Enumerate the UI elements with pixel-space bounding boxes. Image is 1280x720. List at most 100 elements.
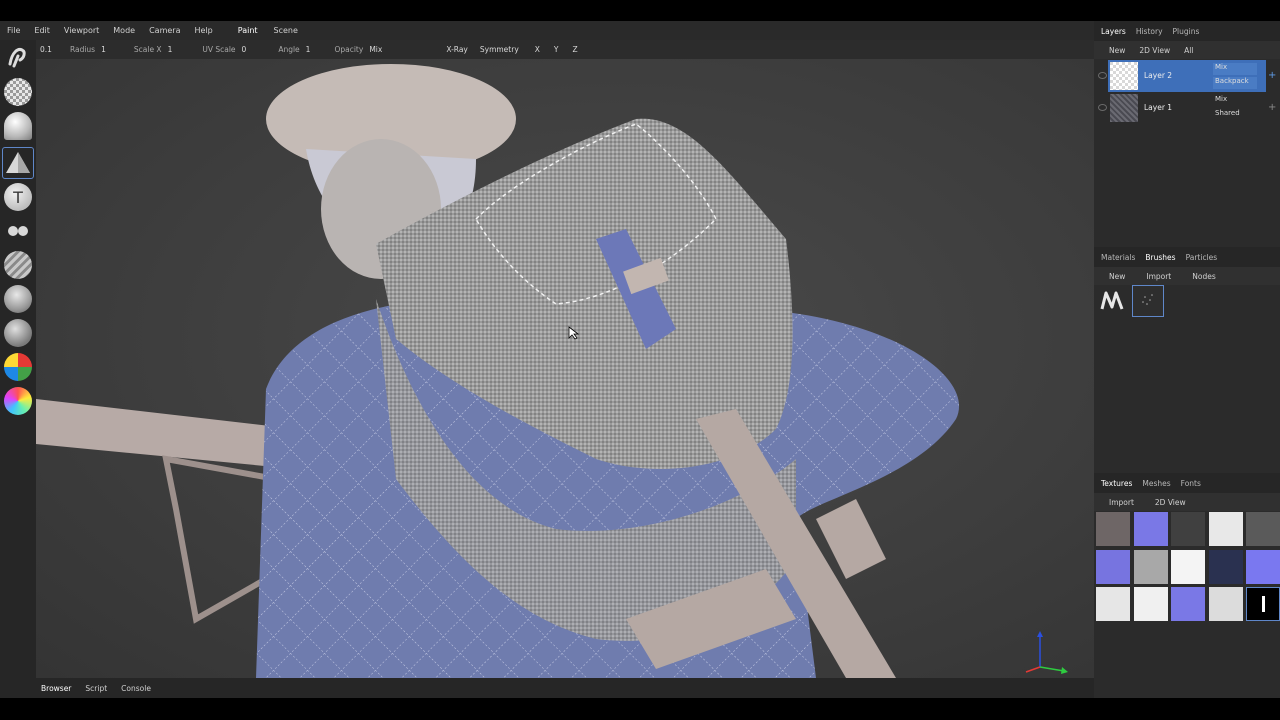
visibility-eye-icon[interactable]	[1098, 72, 1107, 79]
checker-sphere-icon[interactable]	[4, 78, 32, 106]
right-panel: Layers History Plugins New 2D View All L…	[1094, 21, 1280, 698]
texture-swatch[interactable]	[1171, 587, 1205, 621]
texture-swatch[interactable]	[1133, 587, 1168, 621]
axis-gizmo-icon[interactable]	[1020, 631, 1070, 675]
brush-stroke-icon[interactable]	[1096, 285, 1128, 317]
layers-button-row: New 2D View All	[1094, 41, 1280, 59]
texture-swatch[interactable]	[1096, 512, 1130, 546]
texture-swatch[interactable]	[1133, 512, 1168, 546]
scalex-label: Scale X	[133, 45, 162, 54]
uvscale-label: UV Scale	[202, 45, 236, 54]
texture-swatch[interactable]	[1096, 549, 1130, 584]
menu-viewport[interactable]: Viewport	[57, 26, 106, 35]
layer-row[interactable]: Layer 2 Mix Backpack +	[1094, 60, 1280, 92]
brush-particles-icon[interactable]	[1132, 285, 1164, 317]
mouse-cursor-icon	[568, 326, 580, 340]
menu-file[interactable]: File	[0, 26, 27, 35]
matte-sphere-icon[interactable]	[4, 112, 32, 140]
bottom-letterbox	[0, 698, 1280, 720]
tab-script[interactable]: Script	[78, 684, 114, 693]
menu-bar: File Edit Viewport Mode Camera Help Pain…	[0, 21, 1094, 40]
tab-history[interactable]: History	[1131, 27, 1168, 36]
opacity-label: Opacity	[334, 45, 364, 54]
new-layer-button[interactable]: New	[1102, 46, 1132, 55]
texture-swatch[interactable]	[1208, 587, 1243, 621]
layer-blend-mode[interactable]: Mix	[1213, 63, 1257, 75]
dots-icon[interactable]	[4, 217, 32, 245]
radius-value[interactable]: 1	[99, 45, 130, 54]
svg-text:T: T	[12, 188, 23, 207]
tab-textures[interactable]: Textures	[1096, 479, 1137, 488]
layer-group[interactable]: Backpack	[1213, 77, 1257, 89]
xray-toggle[interactable]: X-Ray	[442, 45, 476, 54]
texture-swatch[interactable]	[1096, 587, 1130, 621]
layer-main[interactable]: Layer 2 Mix Backpack	[1108, 60, 1266, 92]
symmetry-y[interactable]: Y	[550, 45, 569, 54]
symmetry-z[interactable]: Z	[569, 45, 582, 54]
layers-tab-row: Layers History Plugins	[1094, 21, 1280, 41]
texture-swatch[interactable]	[1246, 587, 1280, 621]
gradient-sphere-icon[interactable]	[4, 387, 32, 415]
top-letterbox	[0, 0, 1280, 21]
tab-fonts[interactable]: Fonts	[1176, 479, 1206, 488]
add-mask-icon[interactable]: +	[1268, 70, 1278, 81]
menu-mode[interactable]: Mode	[106, 26, 142, 35]
texture-swatch[interactable]	[1246, 512, 1280, 546]
menu-camera[interactable]: Camera	[142, 26, 187, 35]
triangle-icon[interactable]	[4, 149, 32, 177]
layer-thumbnail	[1110, 62, 1138, 90]
uvscale-value[interactable]: 0	[240, 45, 275, 54]
scalex-value[interactable]: 1	[166, 45, 199, 54]
tab-paint[interactable]: Paint	[230, 26, 266, 35]
tab-console[interactable]: Console	[114, 684, 158, 693]
import-brush-button[interactable]: Import	[1132, 272, 1178, 281]
layers-2dview-button[interactable]: 2D View	[1132, 46, 1177, 55]
texture-swatch[interactable]	[1208, 512, 1243, 546]
smudge-brush-icon[interactable]	[4, 44, 32, 72]
tab-materials[interactable]: Materials	[1096, 253, 1140, 262]
brush-nodes-button[interactable]: Nodes	[1178, 272, 1222, 281]
first-value[interactable]: 0.1	[36, 45, 66, 54]
texture-swatch[interactable]	[1171, 549, 1205, 584]
tab-brushes[interactable]: Brushes	[1140, 253, 1180, 262]
texture-swatch[interactable]	[1246, 549, 1280, 584]
angle-value[interactable]: 1	[304, 45, 331, 54]
add-mask-icon[interactable]: +	[1268, 102, 1278, 113]
layers-all-button[interactable]: All	[1177, 46, 1200, 55]
text-tool-icon[interactable]: T	[4, 183, 32, 211]
tool-options-bar: 0.1 Radius 1 Scale X 1 UV Scale 0 Angle …	[36, 40, 1094, 59]
layer-main[interactable]: Layer 1 Mix Shared	[1108, 92, 1266, 124]
tab-meshes[interactable]: Meshes	[1137, 479, 1175, 488]
symmetry-x[interactable]: X	[531, 45, 550, 54]
tab-scene[interactable]: Scene	[266, 26, 306, 35]
3d-viewport[interactable]	[36, 59, 1094, 678]
layer-group[interactable]: Shared	[1213, 109, 1257, 121]
new-brush-button[interactable]: New	[1102, 272, 1132, 281]
opacity-value[interactable]: Mix	[367, 45, 442, 54]
brushes-tab-row: Materials Brushes Particles	[1094, 247, 1280, 267]
radius-label: Radius	[69, 45, 96, 54]
tab-layers[interactable]: Layers	[1096, 27, 1131, 36]
import-texture-button[interactable]: Import	[1102, 498, 1141, 507]
layer-row[interactable]: Layer 1 Mix Shared +	[1094, 92, 1280, 124]
tab-browser[interactable]: Browser	[34, 684, 78, 693]
menu-help[interactable]: Help	[187, 26, 219, 35]
pattern-sphere-icon[interactable]	[4, 319, 32, 347]
fur-sphere-icon[interactable]	[4, 285, 32, 313]
menu-edit[interactable]: Edit	[27, 26, 57, 35]
tab-particles[interactable]: Particles	[1181, 253, 1223, 262]
texture-swatch[interactable]	[1133, 549, 1168, 584]
textures-tab-row: Textures Meshes Fonts	[1094, 473, 1280, 493]
textures-2dview-button[interactable]: 2D View	[1141, 498, 1193, 507]
symmetry-toggle[interactable]: Symmetry	[476, 45, 531, 54]
layer-name: Layer 1	[1144, 103, 1173, 112]
texture-swatch[interactable]	[1171, 512, 1205, 546]
layer-blend-mode[interactable]: Mix	[1213, 95, 1257, 107]
tab-plugins[interactable]: Plugins	[1168, 27, 1205, 36]
angle-label: Angle	[278, 45, 300, 54]
tool-palette: T	[0, 40, 36, 678]
visibility-eye-icon[interactable]	[1098, 104, 1107, 111]
color-wheel-icon[interactable]	[4, 353, 32, 381]
texture-swatch[interactable]	[1208, 549, 1243, 584]
striped-sphere-icon[interactable]	[4, 251, 32, 279]
